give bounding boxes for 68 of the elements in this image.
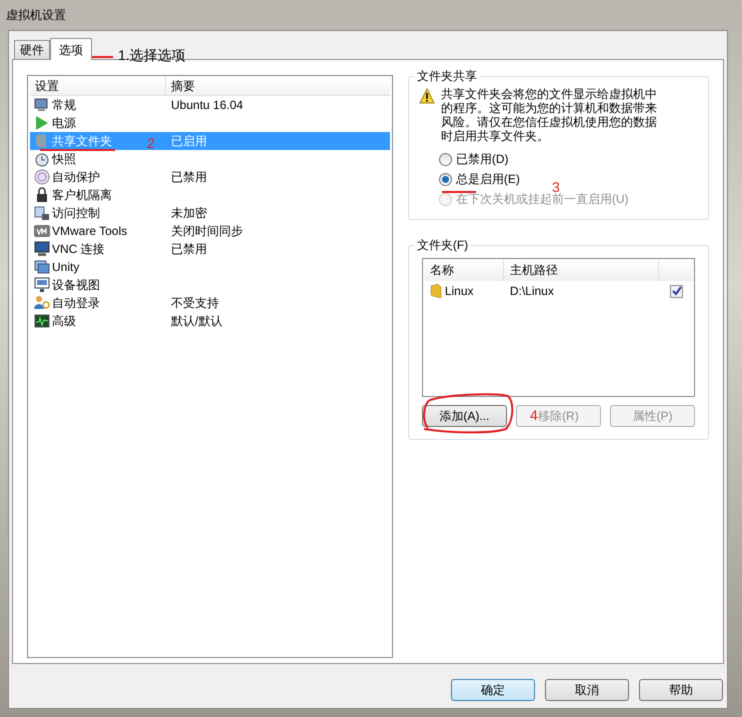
settings-row[interactable]: 电源 [30, 114, 390, 132]
windows-icon [34, 259, 50, 275]
settings-row[interactable]: 自动保护 已禁用 [30, 168, 390, 186]
underline-mark [442, 190, 476, 194]
setting-name: 设备视图 [52, 277, 100, 294]
column-header[interactable]: 摘要 [166, 76, 390, 95]
annotation-number: 2 [147, 134, 155, 152]
setting-name: 快照 [52, 151, 76, 168]
folder-button[interactable]: 添加(A)... [422, 405, 507, 427]
settings-row[interactable]: 设备视图 [30, 276, 390, 294]
settings-row[interactable]: VMware Tools 关闭时间同步 [30, 222, 390, 240]
column-header[interactable]: 设置 [30, 76, 166, 95]
clock-icon [34, 151, 50, 167]
folder-name: Linux [444, 283, 474, 300]
setting-summary: 默认/默认 [170, 313, 222, 330]
setting-summary: 未加密 [170, 205, 207, 222]
annotation-number: 4 [530, 406, 538, 424]
settings-row[interactable]: 常规 Ubuntu 16.04 [30, 96, 390, 114]
setting-summary: 关闭时间同步 [170, 223, 243, 240]
settings-row[interactable]: 客户机隔离 [30, 186, 390, 204]
setting-name: Unity [52, 259, 80, 276]
setting-name: VNC 连接 [52, 241, 105, 258]
setting-name: 高级 [52, 313, 76, 330]
dialog-button[interactable]: 取消 [545, 679, 629, 701]
radio-button[interactable] [438, 152, 452, 166]
monitor-icon [34, 241, 50, 257]
user-key-icon [34, 295, 50, 311]
vm-icon [34, 223, 50, 239]
folder-path: D:\Linux [508, 283, 555, 300]
settings-row[interactable]: 快照 [30, 150, 390, 168]
radio-option[interactable]: 已禁用(D) [438, 151, 698, 167]
warning-text: 共享文件夹会将您的文件显示给虚拟机中的程序。这可能为您的计算机和数据带来风险。请仅在您信任虚拟机使用您的数据时启用共享文件夹。 [440, 87, 658, 143]
group-title: 文件夹共享 [416, 68, 478, 85]
setting-name: 共享文件夹 [52, 133, 112, 150]
setting-name: 客户机隔离 [52, 187, 112, 204]
setting-summary: 已禁用 [170, 241, 207, 258]
settings-row[interactable]: 高级 默认/默认 [30, 312, 390, 330]
settings-row[interactable]: Unity [30, 258, 390, 276]
setting-summary: 不受支持 [170, 295, 219, 312]
chart-icon [34, 313, 50, 329]
group-title: 文件夹(F) [416, 237, 470, 254]
setting-name: 自动登录 [52, 295, 100, 312]
monitor-icon [34, 277, 50, 293]
dialog-button[interactable]: 确定 [451, 679, 535, 701]
warning-icon [418, 88, 435, 104]
column-header[interactable]: 名称 [424, 259, 504, 281]
tab[interactable]: 选项 [50, 38, 92, 60]
column-header[interactable]: 主机路径 [504, 259, 659, 281]
setting-summary: Ubuntu 16.04 [170, 97, 244, 114]
setting-name: 访问控制 [52, 205, 100, 222]
radio-button[interactable] [438, 172, 452, 186]
settings-row[interactable]: VNC 连接 已禁用 [30, 240, 390, 258]
settings-row[interactable]: 自动登录 不受支持 [30, 294, 390, 312]
settings-row[interactable]: 访问控制 未加密 [30, 204, 390, 222]
lock-icon [34, 187, 50, 203]
tab[interactable]: 硬件 [14, 40, 50, 59]
annotation-text: 1.选择选项 [118, 46, 186, 64]
folder-icon [430, 284, 442, 298]
dialog-button[interactable]: 帮助 [639, 679, 723, 701]
checkbox[interactable] [670, 284, 683, 298]
setting-name: 自动保护 [52, 169, 100, 186]
window-title: 虚拟机设置 [6, 7, 66, 24]
setting-summary: 已启用 [170, 133, 207, 150]
setting-name: VMware Tools [52, 223, 128, 240]
setting-summary: 已禁用 [170, 169, 207, 186]
setting-name: 常规 [52, 97, 76, 114]
setting-name: 电源 [52, 115, 76, 132]
monitor-icon [34, 97, 50, 113]
